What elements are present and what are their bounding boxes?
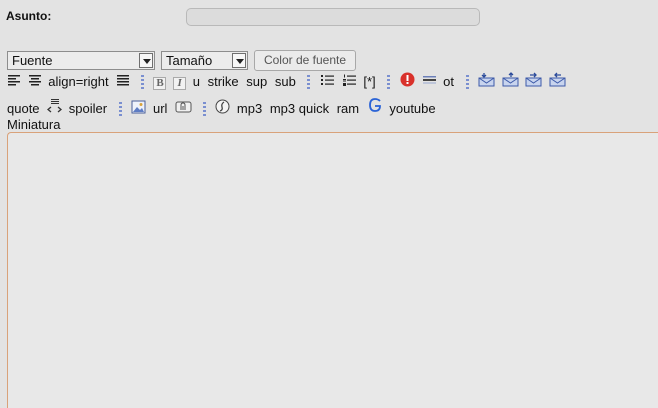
align-right-button[interactable]: align=right [48,74,108,90]
mail-icon[interactable] [502,72,519,90]
numbered-list-icon[interactable] [342,73,357,90]
mail-icon[interactable] [525,72,542,90]
mp3-quick-button[interactable]: mp3 quick [270,101,329,117]
flash-icon[interactable] [215,99,230,117]
bold-button[interactable]: B [153,77,167,90]
align-left-icon[interactable] [7,73,21,90]
code-icon[interactable] [47,98,63,117]
sup-button[interactable]: sup [246,74,267,90]
underline-button[interactable]: u [193,74,200,90]
italic-button[interactable]: I [173,77,187,90]
spoiler-button[interactable]: spoiler [69,101,107,117]
align-center-icon[interactable] [28,73,42,90]
attachment-icon[interactable] [175,100,192,117]
bullet-list-icon[interactable] [320,73,335,90]
ram-button[interactable]: ram [337,101,359,117]
mail-icon[interactable] [478,72,495,90]
subject-label: Asunto: [6,9,52,23]
mp3-button[interactable]: mp3 [237,101,262,117]
thumbnail-label: Miniatura [7,117,61,132]
toolbar-separator [387,75,391,90]
horizontal-rule-icon[interactable] [422,73,437,90]
mail-icon[interactable] [549,72,566,90]
ot-button[interactable]: ot [443,74,454,90]
warning-icon[interactable] [400,72,415,90]
sub-button[interactable]: sub [275,74,296,90]
toolbar-row-2: quote spoiler url mp3 mp3 quick ram yout… [7,97,440,117]
size-select-value: Tamaño [166,53,213,68]
toolbar-separator [118,102,122,117]
strike-button[interactable]: strike [208,74,239,90]
toolbar-row-1: align=right B I u strike sup sub [*] ot [7,72,569,90]
size-select[interactable]: Tamaño [161,51,248,70]
chevron-down-icon[interactable] [139,53,153,68]
chevron-down-icon[interactable] [232,53,246,68]
font-select-value: Fuente [12,53,53,68]
toolbar-separator [465,75,469,90]
toolbar-separator [202,102,206,117]
justify-icon[interactable] [116,73,130,90]
subject-input[interactable] [186,8,480,26]
toolbar-separator [140,75,144,90]
google-icon[interactable] [367,97,383,117]
image-icon[interactable] [131,100,146,117]
list-item-button[interactable]: [*] [363,74,375,90]
toolbar-separator [307,75,311,90]
font-color-button[interactable]: Color de fuente [254,50,356,71]
font-select[interactable]: Fuente [7,51,155,70]
url-button[interactable]: url [153,101,167,117]
quote-button[interactable]: quote [7,101,40,117]
youtube-button[interactable]: youtube [389,101,435,117]
message-textarea[interactable] [7,132,658,408]
